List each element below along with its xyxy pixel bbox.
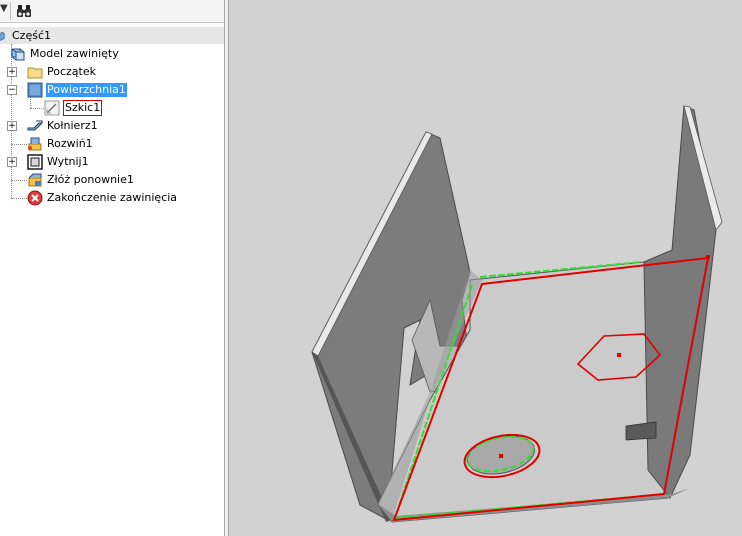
- tree-item-refold[interactable]: Złóż ponownie1: [27, 171, 135, 189]
- tree-line: [11, 198, 27, 199]
- part-icon: [0, 31, 5, 41]
- sketch-point[interactable]: [499, 454, 503, 458]
- toolbar-separator: [10, 2, 11, 20]
- tree-item-label: Wytnij1: [47, 155, 89, 168]
- sheet-metal-bracket[interactable]: [229, 0, 742, 536]
- sketch-point[interactable]: [617, 353, 621, 357]
- expand-toggle[interactable]: +: [7, 67, 17, 77]
- face-icon: [27, 82, 43, 98]
- sketch-icon: [44, 100, 60, 116]
- flange-icon: [27, 120, 43, 131]
- graphics-viewport[interactable]: [229, 0, 742, 536]
- tree-item-label: Powierzchnia1: [46, 83, 127, 97]
- tree-item-flange[interactable]: Kołnierz1: [27, 117, 99, 135]
- expand-toggle[interactable]: +: [7, 121, 17, 131]
- sketch-point[interactable]: [706, 255, 710, 259]
- folded-model-icon: [11, 48, 25, 61]
- tree-item-label: Kołnierz1: [47, 119, 98, 132]
- tree-item-label: Złóż ponownie1: [47, 173, 134, 186]
- binoculars-icon[interactable]: [16, 3, 34, 19]
- tree-item-face[interactable]: Powierzchnia1: [27, 81, 127, 99]
- tree-item-cut[interactable]: Wytnij1: [27, 153, 90, 171]
- tree-item-folded-model[interactable]: Model zawinięty: [10, 45, 120, 63]
- collapse-toggle[interactable]: −: [7, 85, 17, 95]
- tree-line: [30, 108, 44, 109]
- tree-item-label: Model zawinięty: [30, 47, 119, 60]
- end-of-folded-icon: [27, 190, 43, 206]
- tree-item-label: Rozwiń1: [47, 137, 93, 150]
- cut-icon: [27, 154, 43, 170]
- tree-line: [11, 180, 27, 181]
- model-browser-panel: ▼ Część1 Model zawinięty + Początek − Po…: [0, 0, 224, 536]
- tree-root-part[interactable]: Część1: [0, 27, 224, 44]
- tree-item-unfold[interactable]: Rozwiń1: [27, 135, 94, 153]
- tree-item-sketch[interactable]: Szkic1: [44, 99, 103, 117]
- unfold-icon: [28, 137, 42, 151]
- tree-item-end-of-folded[interactable]: Zakończenie zawinięcia: [27, 189, 178, 207]
- tree-item-label: Szkic1: [63, 100, 103, 116]
- browser-toolbar: ▼: [0, 0, 224, 23]
- tree-root-label: Część1: [12, 28, 51, 42]
- tree-line: [11, 144, 27, 145]
- refold-icon: [28, 173, 42, 187]
- folder-icon: [27, 67, 43, 79]
- tree-item-label: Początek: [47, 65, 96, 78]
- browser-menu-caret[interactable]: ▼: [0, 3, 8, 14]
- tree-item-label: Zakończenie zawinięcia: [47, 191, 178, 204]
- tree-item-origin[interactable]: Początek: [27, 63, 97, 81]
- expand-toggle[interactable]: +: [7, 157, 17, 167]
